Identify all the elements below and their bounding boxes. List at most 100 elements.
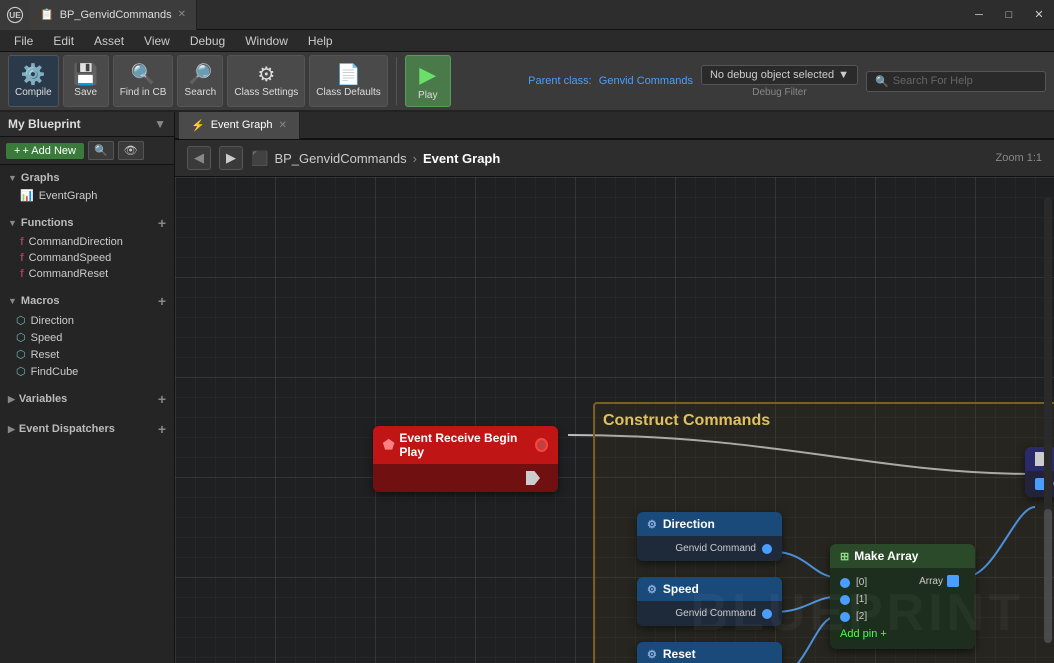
menu-asset[interactable]: Asset [84, 32, 134, 50]
find-in-cb-button[interactable]: 🔍 Find in CB [113, 55, 174, 107]
variables-section: ▶ Variables + [0, 384, 174, 414]
sidebar-header: My Blueprint ▼ [0, 112, 174, 137]
debug-object-selector[interactable]: No debug object selected ▼ [701, 65, 858, 85]
array-pin-1: [1] [830, 591, 975, 608]
event-graph-tab[interactable]: ⚡ Event Graph ✕ [179, 112, 300, 139]
search-help-input[interactable]: 🔍 Search For Help [866, 71, 1046, 92]
sidebar-search-button[interactable]: 🔍 [88, 141, 114, 160]
genvid-command-pin [762, 544, 772, 554]
direction-output-pin: Genvid Command [637, 540, 782, 557]
sidebar-item-reset-macro[interactable]: ⬡ Reset [0, 346, 174, 363]
compile-label: Compile [15, 87, 52, 98]
blueprint-canvas[interactable]: Construct Commands ⬟ Event Receive Begin… [175, 177, 1054, 663]
minimize-button[interactable]: ─ [964, 0, 994, 30]
class-settings-button[interactable]: ⚙ Class Settings [227, 55, 305, 107]
close-button[interactable]: ✕ [1024, 0, 1054, 30]
menu-edit[interactable]: Edit [43, 32, 84, 50]
graphs-section: ▼ Graphs 📊 EventGraph [0, 165, 174, 208]
menu-file[interactable]: File [4, 32, 43, 50]
bp-icon: ⬛ [251, 150, 268, 167]
tab-close-button[interactable]: ✕ [178, 9, 186, 20]
scrollbar-thumb[interactable] [1044, 509, 1052, 643]
breadcrumb-project[interactable]: BP_GenvidCommands [274, 151, 406, 166]
dispatchers-section-header[interactable]: ▶ Event Dispatchers + [0, 418, 174, 440]
macro-label: Speed [31, 332, 63, 344]
class-settings-icon: ⚙ [257, 65, 275, 85]
speed-node-title: Speed [663, 582, 699, 596]
save-icon: 💾 [73, 65, 98, 85]
sidebar-item-speed-macro[interactable]: ⬡ Speed [0, 329, 174, 346]
array-out-pin [947, 575, 959, 587]
menu-window[interactable]: Window [235, 32, 298, 50]
sidebar-options-icon[interactable]: ▼ [154, 117, 166, 131]
make-array-node[interactable]: ⊞ Make Array [0] Array [830, 544, 975, 649]
functions-section-header[interactable]: ▼ Functions + [0, 212, 174, 234]
speed-node[interactable]: ⚙ Speed Genvid Command [637, 577, 782, 626]
play-button[interactable]: ▶ Play [405, 55, 451, 107]
add-pin-label[interactable]: Add pin + [840, 628, 887, 640]
add-new-button[interactable]: + + Add New [6, 143, 84, 159]
macros-section-header[interactable]: ▼ Macros + [0, 290, 174, 312]
search-help-icon: 🔍 [875, 75, 889, 88]
function-label: CommandSpeed [29, 252, 112, 264]
direction-node[interactable]: ⚙ Direction Genvid Command [637, 512, 782, 561]
graphs-section-header[interactable]: ▼ Graphs [0, 169, 174, 187]
sidebar-item-event-graph[interactable]: 📊 EventGraph [0, 187, 174, 204]
canvas-tabs: ⚡ Event Graph ✕ [175, 112, 1054, 140]
event-close-pin [535, 438, 548, 452]
speed-node-icon: ⚙ [647, 583, 657, 596]
add-pin-button[interactable]: Add pin + [830, 625, 975, 643]
debug-dropdown-icon: ▼ [838, 69, 849, 81]
parent-class-label: Parent class: Genvid Commands [528, 75, 693, 87]
add-function-button[interactable]: + [158, 215, 166, 231]
vertical-scrollbar[interactable] [1044, 197, 1052, 643]
event-receive-begin-play-node[interactable]: ⬟ Event Receive Begin Play [373, 426, 558, 492]
window-controls: ─ □ ✕ [964, 0, 1054, 30]
save-label: Save [74, 87, 97, 98]
event-graph-label: EventGraph [39, 190, 98, 202]
make-array-title: Make Array [854, 549, 918, 563]
find-in-cb-label: Find in CB [120, 87, 167, 98]
menu-help[interactable]: Help [298, 32, 343, 50]
class-defaults-button[interactable]: 📄 Class Defaults [309, 55, 387, 107]
sidebar-item-findcube-macro[interactable]: ⬡ FindCube [0, 363, 174, 380]
menu-debug[interactable]: Debug [180, 32, 235, 50]
menu-view[interactable]: View [134, 32, 180, 50]
variables-section-label: Variables [19, 393, 67, 405]
sidebar-item-command-direction[interactable]: f CommandDirection [0, 234, 174, 250]
speed-genvid-pin [762, 609, 772, 619]
main-layout: My Blueprint ▼ + + Add New 🔍 👁 ▼ Graphs … [0, 112, 1054, 663]
event-exec-out-pin [381, 468, 550, 488]
sidebar-item-command-speed[interactable]: f CommandSpeed [0, 250, 174, 266]
macro-icon: ⬡ [16, 365, 26, 378]
exec-out-pin [526, 471, 540, 485]
class-settings-label: Class Settings [234, 87, 298, 98]
search-button[interactable]: 🔎 Search [177, 55, 223, 107]
sidebar-item-command-reset[interactable]: f CommandReset [0, 266, 174, 282]
sidebar-filter-button[interactable]: 👁 [118, 141, 144, 160]
save-button[interactable]: 💾 Save [63, 55, 109, 107]
sidebar-title: My Blueprint [8, 117, 81, 131]
add-variable-button[interactable]: + [158, 391, 166, 407]
nav-forward-button[interactable]: ▶ [219, 146, 243, 170]
compile-button[interactable]: ⚙️ Compile [8, 55, 59, 107]
event-graph-icon: 📊 [20, 189, 34, 202]
sidebar-item-direction-macro[interactable]: ⬡ Direction [0, 312, 174, 329]
tab-close-icon[interactable]: ✕ [278, 120, 286, 131]
macro-label: Direction [31, 315, 74, 327]
toolbar-separator-1 [396, 57, 397, 105]
add-dispatcher-button[interactable]: + [158, 421, 166, 437]
reset-node-title: Reset [663, 647, 696, 661]
dispatchers-section: ▶ Event Dispatchers + [0, 414, 174, 444]
compile-icon: ⚙️ [21, 65, 46, 85]
nav-back-button[interactable]: ◀ [187, 146, 211, 170]
parent-class-name[interactable]: Genvid Commands [599, 75, 693, 87]
maximize-button[interactable]: □ [994, 0, 1024, 30]
zoom-label: Zoom 1:1 [996, 152, 1042, 164]
macro-label: Reset [31, 349, 60, 361]
editor-tab[interactable]: 📋 BP_GenvidCommands ✕ [30, 0, 197, 30]
variables-section-header[interactable]: ▶ Variables + [0, 388, 174, 410]
reset-node[interactable]: ⚙ Reset Genvid Command [637, 642, 782, 663]
breadcrumb-current: Event Graph [423, 151, 500, 166]
add-macro-button[interactable]: + [158, 293, 166, 309]
